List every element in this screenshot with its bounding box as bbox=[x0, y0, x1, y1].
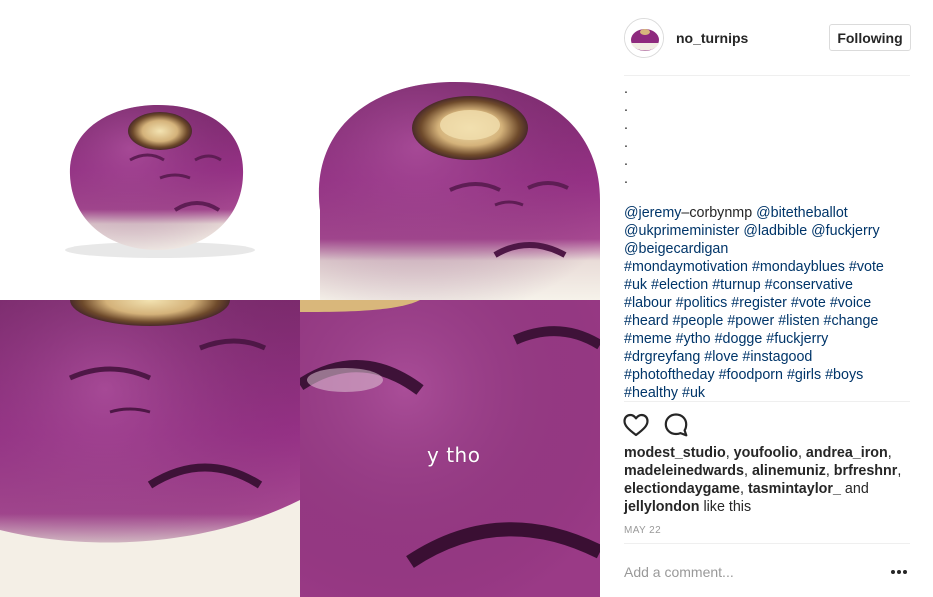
caption-line[interactable]: #labour #politics #register #vote #voice bbox=[624, 294, 914, 312]
caption-line[interactable]: #heard #people #power #listen #change bbox=[624, 312, 914, 330]
likes-and-text: and bbox=[844, 481, 869, 497]
caption-line[interactable]: @beigecardigan bbox=[624, 240, 914, 258]
caption-line[interactable]: @ukprimeminister @ladbible @fuckjerry bbox=[624, 222, 914, 240]
turnip-tile-3 bbox=[0, 300, 300, 597]
meme-caption-overlay: y tho bbox=[427, 443, 481, 467]
post-side-panel: no_turnips Following . . . . . . @jeremy… bbox=[600, 0, 933, 597]
caption-line: @jeremy–corbynmp @bitetheballot bbox=[624, 204, 914, 222]
liker-link[interactable]: madeleinedwards bbox=[624, 463, 744, 479]
caption-dots: . . . . . . bbox=[624, 80, 914, 188]
likes-suffix: like this bbox=[703, 499, 752, 515]
post-header: no_turnips Following bbox=[624, 16, 911, 76]
following-button[interactable]: Following bbox=[829, 24, 911, 51]
likes-summary: modest_studio, youfoolio, andrea_iron, m… bbox=[624, 445, 902, 515]
liker-link[interactable]: youfoolio bbox=[734, 445, 798, 461]
username-link[interactable]: no_turnips bbox=[676, 30, 748, 46]
caption-text: –corbynmp bbox=[681, 205, 753, 221]
caption-line[interactable]: #meme #ytho #dogge #fuckjerry bbox=[624, 330, 914, 348]
caption-line[interactable]: #uk #election #turnup #conservative bbox=[624, 276, 914, 294]
caption-dot: . bbox=[624, 153, 628, 169]
caption-dot: . bbox=[624, 99, 628, 115]
liker-link[interactable]: andrea_iron bbox=[806, 445, 888, 461]
caption-line[interactable]: #drgreyfang #love #instagood bbox=[624, 348, 914, 366]
caption-tags: @jeremy–corbynmp @bitetheballot @ukprime… bbox=[624, 204, 914, 402]
liker-link[interactable]: alinemuniz bbox=[752, 463, 826, 479]
comment-icon[interactable] bbox=[662, 411, 690, 439]
post-image[interactable]: y tho bbox=[0, 0, 600, 597]
mention-link[interactable]: @bitetheballot bbox=[752, 205, 848, 221]
caption-line[interactable]: #photoftheday #foodporn #girls #boys bbox=[624, 366, 914, 384]
divider bbox=[624, 543, 910, 544]
divider bbox=[624, 401, 910, 402]
turnip-tile-1 bbox=[0, 0, 300, 300]
more-options-icon[interactable] bbox=[889, 564, 909, 580]
caption-line[interactable]: #mondaymotivation #mondayblues #vote bbox=[624, 258, 914, 276]
liker-link[interactable]: modest_studio bbox=[624, 445, 726, 461]
caption-dot: . bbox=[624, 171, 628, 187]
post-caption: . . . . . . @jeremy–corbynmp @bitethebal… bbox=[624, 80, 914, 402]
post-date[interactable]: MAY 22 bbox=[624, 525, 661, 536]
liker-link[interactable]: tasmintaylor_ bbox=[748, 481, 841, 497]
caption-line[interactable]: #healthy #uk bbox=[624, 384, 914, 402]
caption-dot: . bbox=[624, 117, 628, 133]
liker-link[interactable]: brfreshnr bbox=[834, 463, 898, 479]
turnip-tile-2 bbox=[300, 0, 600, 300]
caption-dot: . bbox=[624, 81, 628, 97]
avatar[interactable] bbox=[624, 18, 664, 58]
caption-dot: . bbox=[624, 135, 628, 151]
comment-input[interactable] bbox=[624, 560, 864, 584]
liker-link[interactable]: electiondaygame bbox=[624, 481, 740, 497]
heart-icon[interactable] bbox=[622, 411, 650, 439]
mention-link[interactable]: @jeremy bbox=[624, 205, 681, 221]
liker-link[interactable]: jellylondon bbox=[624, 499, 699, 515]
